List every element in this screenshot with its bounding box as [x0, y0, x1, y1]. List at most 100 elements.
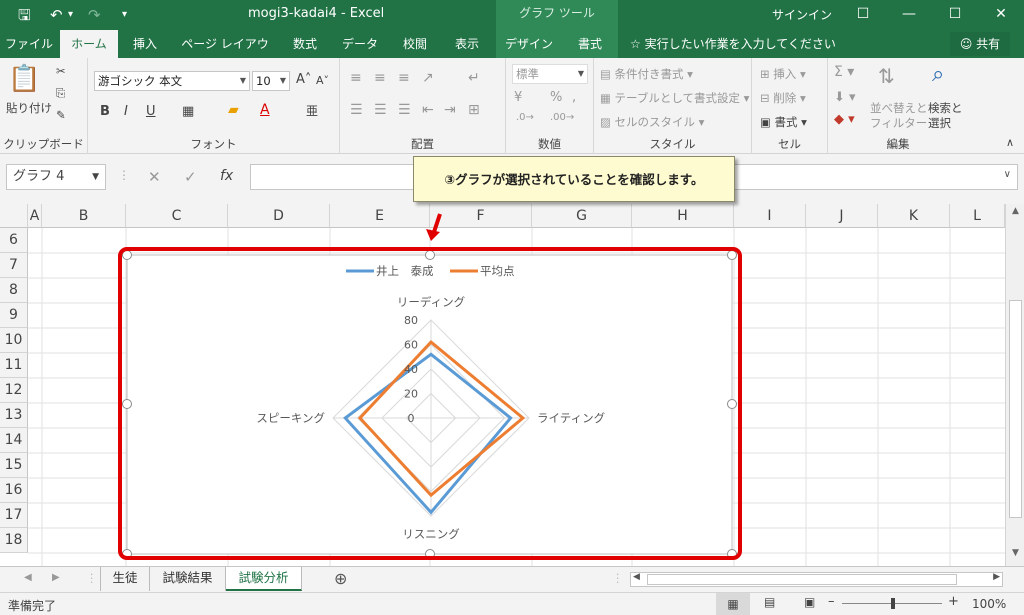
tab-design[interactable]: デザイン	[496, 30, 562, 58]
share-button[interactable]: ☺ 共有	[950, 32, 1010, 56]
expand-formula-icon[interactable]: ∨	[1004, 169, 1011, 180]
name-box[interactable]: グラフ 4 ▼	[6, 164, 106, 190]
number-format-select[interactable]: 標準 ▼	[512, 64, 588, 84]
scroll-right-icon[interactable]: ▶	[993, 572, 1000, 582]
collapse-ribbon-icon[interactable]: ∧	[1006, 136, 1014, 149]
autosum-icon[interactable]: Σ ▾	[834, 64, 854, 80]
comma-icon[interactable]: ,	[572, 90, 576, 105]
tab-home[interactable]: ホーム	[60, 30, 118, 58]
phonetic-icon[interactable]: 亜	[306, 102, 318, 119]
decrease-decimal-icon[interactable]: .00→	[550, 112, 574, 123]
h-scroll-thumb[interactable]	[647, 574, 957, 585]
grow-font-icon[interactable]: A˄	[296, 72, 311, 87]
radar-chart[interactable]: 井上 泰成 平均点 0 20 40 60 80 リーディングライティングリスニング スピーキン…	[122, 250, 737, 559]
tell-me-search[interactable]: ☆ 実行したい作業を入力してください	[630, 30, 836, 58]
zoom-slider-thumb[interactable]	[891, 598, 895, 609]
scroll-thumb[interactable]	[1009, 300, 1022, 518]
bold-button[interactable]: B	[100, 104, 110, 119]
fill-color-icon[interactable]: ▰	[228, 102, 239, 118]
format-painter-icon[interactable]: ✎	[56, 108, 66, 122]
cancel-icon[interactable]: ✕	[148, 168, 161, 186]
align-top-icon[interactable]: ≡	[350, 70, 362, 86]
zoom-in-icon[interactable]: +	[948, 594, 959, 609]
insert-function-button[interactable]: fx	[220, 168, 233, 184]
redo-icon[interactable]: ↷	[88, 4, 101, 26]
prev-sheet-icon[interactable]: ◀	[24, 572, 32, 583]
scroll-left-icon[interactable]: ◀	[633, 572, 640, 582]
zoom-level[interactable]: 100%	[972, 597, 1006, 611]
copy-icon[interactable]: ⎘	[56, 86, 65, 101]
paste-icon[interactable]: 📋	[8, 64, 40, 94]
undo-icon[interactable]: ↶	[50, 4, 63, 26]
format-cells-button[interactable]: ▣ 書式 ▾	[760, 114, 807, 130]
align-bottom-icon[interactable]: ≡	[398, 70, 410, 86]
tab-review[interactable]: 校閲	[392, 30, 438, 58]
page-layout-view-icon[interactable]: ▤	[764, 595, 775, 609]
tab-data[interactable]: データ	[334, 30, 386, 58]
increase-indent-icon[interactable]: ⇥	[444, 102, 456, 118]
cell-styles-button[interactable]: ▨ セルのスタイル ▾	[600, 114, 704, 130]
paste-button[interactable]: 貼り付け	[6, 100, 52, 116]
merge-center-icon[interactable]: ⊞	[468, 102, 480, 118]
font-name-select[interactable]: 游ゴシック 本文 ▼	[94, 71, 250, 91]
customize-qat-icon[interactable]: ▾	[122, 4, 127, 26]
italic-button[interactable]: I	[124, 104, 128, 119]
page-break-view-icon[interactable]: ▣	[804, 595, 815, 609]
resize-handle[interactable]	[727, 399, 737, 409]
resize-handle[interactable]	[425, 250, 435, 260]
zoom-out-icon[interactable]: –	[828, 594, 835, 609]
minimize-button[interactable]: —	[886, 0, 932, 30]
borders-icon[interactable]: ▦	[182, 104, 194, 119]
sheet-tab-students[interactable]: 生徒	[100, 567, 150, 591]
delete-cells-button[interactable]: ⊟ 削除 ▾	[760, 90, 806, 106]
tab-format[interactable]: 書式	[562, 30, 618, 58]
resize-handle[interactable]	[727, 250, 737, 260]
currency-icon[interactable]: ¥	[514, 90, 522, 105]
align-right-icon[interactable]: ☰	[398, 102, 411, 118]
tab-insert[interactable]: 挿入	[122, 30, 168, 58]
signin-link[interactable]: サインイン	[772, 6, 832, 23]
orientation-icon[interactable]: ↗	[422, 70, 434, 86]
decrease-indent-icon[interactable]: ⇤	[422, 102, 434, 118]
wrap-text-icon[interactable]: ↵	[468, 70, 480, 86]
scroll-down-icon[interactable]: ▼	[1008, 548, 1023, 564]
sheet-tab-results[interactable]: 試験結果	[150, 567, 226, 591]
vertical-scrollbar[interactable]: ▲ ▼	[1005, 204, 1024, 566]
tab-split-dots[interactable]: ⋮	[612, 571, 624, 585]
tab-page-layout[interactable]: ページ レイアウト	[176, 30, 274, 79]
sort-filter-icon[interactable]: ⇅	[878, 64, 895, 88]
scroll-up-icon[interactable]: ▲	[1008, 206, 1023, 222]
shrink-font-icon[interactable]: A˅	[316, 74, 329, 87]
font-size-select[interactable]: 10 ▼	[252, 71, 290, 91]
undo-dropdown-icon[interactable]: ▾	[68, 4, 73, 26]
tab-formulas[interactable]: 数式	[282, 30, 328, 58]
format-as-table-button[interactable]: ▦ テーブルとして書式設定 ▾	[600, 90, 749, 106]
conditional-formatting-button[interactable]: ▤ 条件付き書式 ▾	[600, 66, 693, 82]
resize-handle[interactable]	[122, 399, 132, 409]
insert-cells-button[interactable]: ⊞ 挿入 ▾	[760, 66, 806, 82]
ribbon-display-options-icon[interactable]: ☐	[840, 0, 886, 30]
tab-file[interactable]: ファイル	[0, 30, 58, 58]
fill-icon[interactable]: ⬇ ▾	[834, 90, 856, 105]
percent-icon[interactable]: %	[550, 90, 562, 105]
legend-entry[interactable]: 井上 泰成	[376, 264, 434, 278]
font-color-icon[interactable]: A	[260, 102, 270, 118]
underline-button[interactable]: U	[146, 104, 156, 119]
close-button[interactable]: ✕	[978, 0, 1024, 30]
increase-decimal-icon[interactable]: .0→	[516, 112, 534, 123]
align-left-icon[interactable]: ☰	[350, 102, 363, 118]
align-center-icon[interactable]: ☰	[374, 102, 387, 118]
find-select-button[interactable]: 検索と	[928, 100, 963, 116]
maximize-button[interactable]: ☐	[932, 0, 978, 30]
normal-view-icon[interactable]: ▦	[716, 593, 750, 615]
find-select-icon[interactable]: ⌕	[932, 62, 944, 87]
sort-filter-button[interactable]: 並べ替えと	[870, 100, 928, 116]
save-icon[interactable]: 🖫	[18, 4, 31, 26]
add-sheet-icon[interactable]: ⊕	[334, 569, 347, 588]
sheet-tab-analysis[interactable]: 試験分析	[226, 567, 302, 591]
enter-icon[interactable]: ✓	[184, 168, 197, 186]
align-middle-icon[interactable]: ≡	[374, 70, 386, 86]
clear-icon[interactable]: ◆ ▾	[834, 112, 855, 127]
legend-entry[interactable]: 平均点	[480, 264, 515, 278]
tab-view[interactable]: 表示	[444, 30, 490, 58]
